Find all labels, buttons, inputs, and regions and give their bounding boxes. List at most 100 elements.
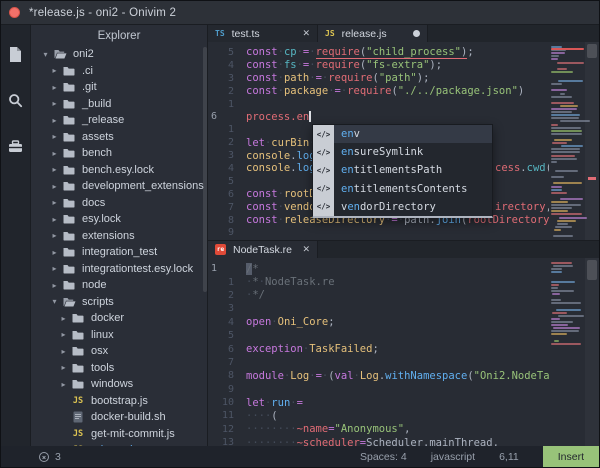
code-token: Scheduler.mainThread [366,437,492,446]
tree-item-tools[interactable]: ▸tools [31,360,207,377]
code-token: TaskFailed [309,343,372,355]
minimap[interactable] [549,260,585,444]
code-line: 12········~name="Anonymous", [208,423,599,436]
chevron-right-icon[interactable]: ▸ [59,314,68,323]
minimap-line [551,290,574,292]
chevron-right-icon[interactable]: ▸ [59,330,68,339]
chevron-down-icon[interactable]: ▾ [41,50,50,59]
code-token: "Oni2.NodeTas [474,370,556,382]
minimap-line [560,93,565,95]
code-token: ; [372,343,378,355]
language-mode[interactable]: javascript [431,451,475,463]
tree-item-bench-esy-lock[interactable]: ▸bench.esy.lock [31,162,207,179]
chevron-right-icon[interactable]: ▸ [50,198,59,207]
chevron-right-icon[interactable]: ▸ [50,182,59,191]
autocomplete-item[interactable]: </>entitlementsContents [313,180,492,198]
editor-group-top: TStest.ts✕JSrelease.js 5const·cp·=·requi… [208,25,599,241]
tree-item-bootstrap-js[interactable]: JSbootstrap.js [31,393,207,410]
minimap-line [559,217,587,219]
tree-item-node[interactable]: ▸node [31,277,207,294]
tree-item-docs[interactable]: ▸docs [31,195,207,212]
close-button[interactable] [9,7,20,18]
chevron-right-icon[interactable]: ▸ [50,99,59,108]
autocomplete-item[interactable]: </>entitlementsPath [313,161,492,179]
cursor-position[interactable]: 6,11 [499,451,519,463]
indentation-setting[interactable]: Spaces: 4 [360,451,407,463]
chevron-right-icon[interactable]: ▸ [50,281,59,290]
minimap[interactable] [549,44,585,238]
tree-item-extensions[interactable]: ▸extensions [31,228,207,245]
tree-item-scripts[interactable]: ▾scripts [31,294,207,311]
code-token: "path" [379,72,417,84]
chevron-right-icon[interactable]: ▸ [50,83,59,92]
scrollbar-thumb[interactable] [587,260,597,280]
tree-item-integration-test[interactable]: ▸integration_test [31,244,207,261]
code-line-text: ········~scheduler=Scheduler.mainThread, [246,437,599,446]
sidebar-scrollbar[interactable] [203,47,207,292]
vim-mode-badge: Insert [543,446,599,467]
minimap-line [551,161,557,163]
code-token: console [246,162,290,174]
minimap-line [553,265,573,267]
code-editor-nodetask-re[interactable]: 1/*1·*·NodeTask.re2·*/34open·Oni_Core;56… [208,258,599,446]
chevron-right-icon[interactable]: ▸ [50,116,59,125]
minimap-line [558,315,584,317]
tree-item-docker-build-sh[interactable]: docker-build.sh [31,409,207,426]
files-icon[interactable] [1,35,31,73]
snippet-icon: </> [313,161,334,179]
chevron-right-icon[interactable]: ▸ [59,380,68,389]
tree-item-integrationtest-esy-lock[interactable]: ▸integrationtest.esy.lock [31,261,207,278]
diagnostics-indicator[interactable]: 3 [39,451,61,463]
tree-item-docker[interactable]: ▸docker [31,310,207,327]
folder-icon [71,379,85,389]
autocomplete-item[interactable]: </>env [313,125,492,143]
scrollbar[interactable] [585,42,599,240]
autocomplete-item[interactable]: </>vendorDirectory [313,198,492,216]
chevron-right-icon[interactable]: ▸ [50,264,59,273]
chevron-right-icon[interactable]: ▸ [50,231,59,240]
code-editor-release-js[interactable]: 5const·cp·=·require("child_process");4co… [208,42,599,240]
tree-item-linux[interactable]: ▸linux [31,327,207,344]
scrollbar-thumb[interactable] [587,44,597,58]
search-icon[interactable] [1,81,31,119]
chevron-right-icon[interactable]: ▸ [59,363,68,372]
chevron-right-icon[interactable]: ▸ [50,66,59,75]
scrollbar[interactable] [585,258,599,446]
tree-item-windows[interactable]: ▸windows [31,376,207,393]
tab-test-ts[interactable]: TStest.ts✕ [208,25,318,42]
code-token: let [246,397,265,409]
tree-item-esy-lock[interactable]: ▸esy.lock [31,211,207,228]
tree-item--ci[interactable]: ▸.ci [31,63,207,80]
close-icon[interactable]: ✕ [302,244,310,255]
code-token: * [252,263,258,275]
code-token: */ [252,289,265,301]
tree-item-bench[interactable]: ▸bench [31,145,207,162]
tree-item--build[interactable]: ▸_build [31,96,207,113]
chevron-right-icon[interactable]: ▸ [59,347,68,356]
tree-item--release[interactable]: ▸_release [31,112,207,129]
code-token: , [404,423,410,435]
chevron-right-icon[interactable]: ▸ [50,165,59,174]
tree-item-assets[interactable]: ▸assets [31,129,207,146]
minimap-line [551,186,562,188]
chevron-down-icon[interactable]: ▾ [50,297,59,306]
chevron-right-icon[interactable]: ▸ [50,149,59,158]
chevron-right-icon[interactable]: ▸ [50,248,59,257]
tree-item-oni2[interactable]: ▾oni2 [31,46,207,63]
code-token: Log [360,370,379,382]
autocomplete-item[interactable]: </>ensureSymlink [313,143,492,161]
tree-item--git[interactable]: ▸.git [31,79,207,96]
chevron-right-icon[interactable]: ▸ [50,132,59,141]
extensions-icon[interactable] [1,127,31,165]
close-icon[interactable]: ✕ [302,28,310,39]
tab-nodetask-re[interactable]: reNodeTask.re✕ [208,241,318,258]
tree-item-osx[interactable]: ▸osx [31,343,207,360]
chevron-right-icon[interactable]: ▸ [50,215,59,224]
folder-open-icon [53,49,67,59]
file-tree: ▾oni2▸.ci▸.git▸_build▸_release▸assets▸be… [31,46,207,446]
minimap-line [556,309,581,311]
tree-item-get-mit-commit-js[interactable]: JSget-mit-commit.js [31,426,207,443]
tab-release-js[interactable]: JSrelease.js [318,25,428,42]
tree-item-development-extensions[interactable]: ▸development_extensions [31,178,207,195]
autocomplete-popup: </>env</>ensureSymlink</>entitlementsPat… [312,124,493,218]
